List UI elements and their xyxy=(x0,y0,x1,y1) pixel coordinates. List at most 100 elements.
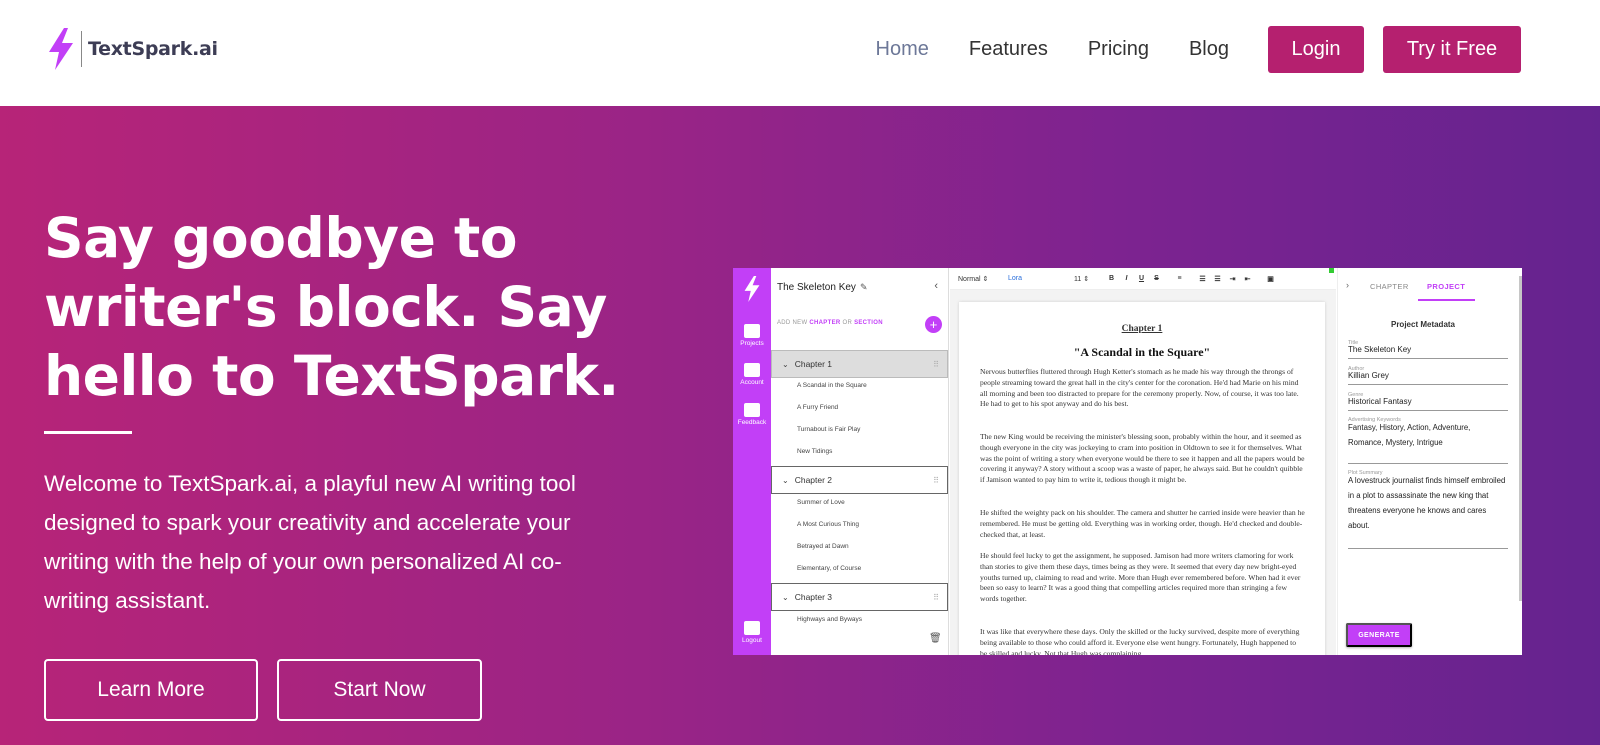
chevron-right-icon[interactable]: › xyxy=(1346,280,1349,290)
project-title[interactable]: The Skeleton Key ✎ xyxy=(777,282,867,293)
doc-title: "A Scandal in the Square" xyxy=(1073,345,1211,359)
chapter-item[interactable]: ⌄ Chapter 3 ⠿ xyxy=(771,583,948,611)
font-select[interactable]: Lora xyxy=(1008,275,1074,282)
hero-headline: Say goodbye to writer's block. Say hello… xyxy=(44,206,619,408)
landing-page: TextSpark.ai Home Features Pricing Blog … xyxy=(0,0,1600,745)
author-field[interactable]: Killian Grey xyxy=(1348,368,1508,385)
section-item[interactable]: Turnabout is Fair Play xyxy=(797,426,860,433)
drag-handle-icon[interactable]: ⠿ xyxy=(933,360,939,369)
feedback-icon xyxy=(744,403,760,417)
panel-scrollbar[interactable] xyxy=(1519,276,1522,601)
chapter-label: Chapter 3 xyxy=(794,592,833,602)
logout-icon xyxy=(744,621,760,635)
chapter-item[interactable]: ⌄ Chapter 1 ⠿ xyxy=(771,350,948,378)
size-select[interactable]: 11 ⇕ xyxy=(1074,275,1104,283)
app-preview: Projects Account Feedback Logout The Ske… xyxy=(733,268,1522,655)
chevron-down-icon[interactable]: ⌄ xyxy=(782,360,789,369)
add-section-link[interactable]: SECTION xyxy=(854,320,883,326)
account-icon xyxy=(744,363,760,377)
chevron-down-icon[interactable]: ⌄ xyxy=(782,476,789,485)
outdent-icon[interactable]: ⇤ xyxy=(1240,275,1255,283)
pencil-icon[interactable]: ✎ xyxy=(860,282,868,292)
chapter-label: Chapter 2 xyxy=(794,475,833,485)
bullet-list-icon[interactable]: ☰ xyxy=(1210,275,1225,283)
style-select[interactable]: Normal ⇕ xyxy=(958,275,1008,283)
ordered-list-icon[interactable]: ☰ xyxy=(1195,275,1210,283)
status-indicator xyxy=(1329,268,1334,273)
rail-feedback[interactable]: Feedback xyxy=(733,403,771,426)
italic-button[interactable]: I xyxy=(1119,275,1134,282)
doc-chapter-heading: Chapter 1 xyxy=(1121,324,1163,334)
drag-handle-icon[interactable]: ⠿ xyxy=(933,593,939,602)
summary-field[interactable]: A lovestruck journalist finds himself em… xyxy=(1348,473,1508,549)
chapter-outline: The Skeleton Key ✎ ‹ ADD NEW CHAPTER OR S… xyxy=(771,268,949,655)
tab-chapter[interactable]: CHAPTER xyxy=(1370,282,1409,291)
underline-button[interactable]: U xyxy=(1134,275,1149,282)
section-item[interactable]: Summer of Love xyxy=(797,499,845,506)
lightning-bolt-icon xyxy=(744,276,760,302)
rail-account[interactable]: Account xyxy=(733,363,771,386)
add-icon[interactable]: + xyxy=(925,316,942,333)
logo-divider xyxy=(81,31,82,67)
genre-field[interactable]: Historical Fantasy xyxy=(1348,394,1508,411)
generate-button[interactable]: GENERATE xyxy=(1346,623,1412,647)
section-item[interactable]: A Furry Friend xyxy=(797,404,838,411)
strike-button[interactable]: S xyxy=(1149,275,1164,282)
folder-icon xyxy=(744,324,760,338)
document-page[interactable]: Chapter 1 "A Scandal in the Square" Nerv… xyxy=(959,302,1325,655)
doc-paragraph: The new King would be receiving the mini… xyxy=(980,432,1305,485)
hero-section: Say goodbye to writer's block. Say hello… xyxy=(0,106,1600,745)
lightning-bolt-icon xyxy=(49,28,73,70)
metadata-heading: Project Metadata xyxy=(1390,320,1456,329)
hero-intro: Welcome to TextSpark.ai, a playful new A… xyxy=(44,471,576,613)
section-item[interactable]: Elementary, of Course xyxy=(797,565,861,572)
tab-project[interactable]: PROJECT xyxy=(1427,282,1465,291)
main-nav: Home Features Pricing Blog Login Try it … xyxy=(836,26,1521,73)
font-select-value: Lora xyxy=(1008,275,1023,282)
indent-icon[interactable]: ⇥ xyxy=(1225,275,1240,283)
rail-logout-label: Logout xyxy=(742,637,762,644)
rail-account-label: Account xyxy=(740,379,764,386)
bold-button[interactable]: B xyxy=(1104,275,1119,282)
doc-paragraph: He should feel lucky to get the assignme… xyxy=(980,551,1301,604)
rail-feedback-label: Feedback xyxy=(737,419,767,426)
doc-paragraph: He shifted the weighty pack on his shoul… xyxy=(980,508,1305,539)
trash-icon[interactable]: 🗑 xyxy=(929,633,942,644)
add-new-label: ADD NEW CHAPTER OR SECTION xyxy=(777,320,883,326)
rail-projects-label: Projects xyxy=(740,340,764,347)
chapter-item[interactable]: ⌄ Chapter 2 ⠿ xyxy=(771,466,948,494)
add-chapter-link[interactable]: CHAPTER xyxy=(809,320,840,326)
brand-logo[interactable]: TextSpark.ai xyxy=(47,27,218,71)
section-item[interactable]: New Tidings xyxy=(797,448,832,455)
style-select-value: Normal xyxy=(958,275,981,283)
chevron-down-icon[interactable]: ⌄ xyxy=(782,593,789,602)
section-item[interactable]: A Most Curious Thing xyxy=(797,521,859,528)
keywords-field[interactable]: Fantasy, History, Action, Adventure, Rom… xyxy=(1348,420,1508,464)
start-now-button[interactable]: Start Now xyxy=(277,659,482,721)
project-title-text: The Skeleton Key xyxy=(777,282,856,293)
brand-name: TextSpark.ai xyxy=(88,38,218,60)
align-icon[interactable]: ≡ xyxy=(1172,275,1187,282)
image-icon[interactable]: ▣ xyxy=(1263,275,1278,283)
section-item[interactable]: Betrayed at Dawn xyxy=(797,543,849,550)
app-sidebar-rail: Projects Account Feedback Logout xyxy=(733,268,771,655)
nav-pricing[interactable]: Pricing xyxy=(1088,38,1149,61)
try-free-button[interactable]: Try it Free xyxy=(1383,26,1521,73)
title-field[interactable]: The Skeleton Key xyxy=(1348,342,1508,359)
site-header: TextSpark.ai Home Features Pricing Blog … xyxy=(0,0,1600,106)
login-button[interactable]: Login xyxy=(1268,26,1364,73)
collapse-icon[interactable]: ‹ xyxy=(934,280,938,292)
drag-handle-icon[interactable]: ⠿ xyxy=(933,476,939,485)
nav-home[interactable]: Home xyxy=(876,38,929,61)
rail-projects[interactable]: Projects xyxy=(733,324,771,347)
section-item[interactable]: Highways and Byways xyxy=(797,616,862,623)
nav-features[interactable]: Features xyxy=(969,38,1048,61)
chapter-label: Chapter 1 xyxy=(794,359,833,369)
hero-divider xyxy=(44,431,132,434)
learn-more-button[interactable]: Learn More xyxy=(44,659,258,721)
metadata-panel: › CHAPTER PROJECT Project Metadata Title… xyxy=(1337,268,1522,655)
nav-blog[interactable]: Blog xyxy=(1189,38,1229,61)
section-item[interactable]: A Scandal in the Square xyxy=(797,382,867,389)
rail-logout[interactable]: Logout xyxy=(733,621,771,644)
doc-paragraph: It was like that everywhere these days. … xyxy=(980,627,1300,655)
